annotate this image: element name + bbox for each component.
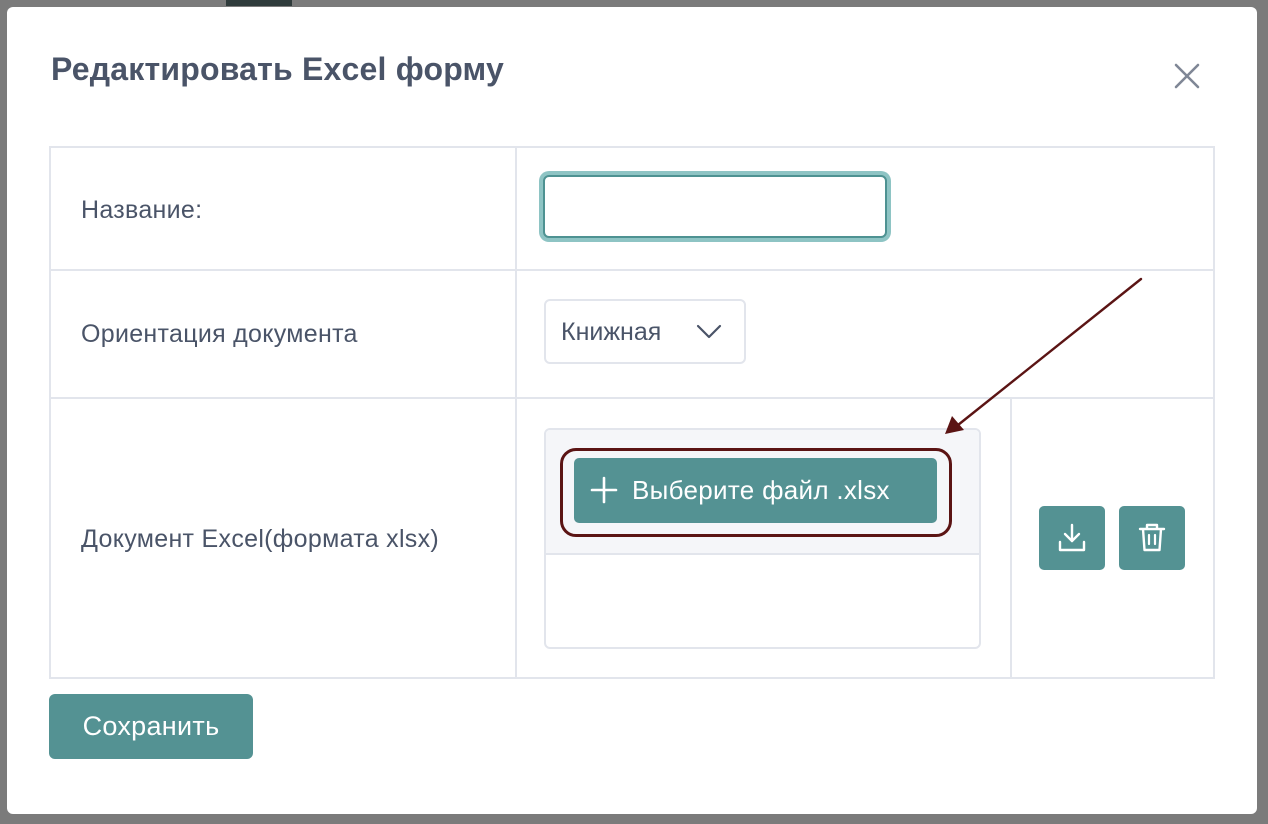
row-divider bbox=[51, 269, 1213, 271]
download-button[interactable] bbox=[1039, 506, 1105, 570]
trash-icon bbox=[1138, 523, 1166, 552]
save-button[interactable]: Сохранить bbox=[49, 694, 253, 759]
name-input[interactable] bbox=[543, 175, 887, 238]
delete-button[interactable] bbox=[1119, 506, 1185, 570]
choose-file-label: Выберите файл .xlsx bbox=[632, 475, 890, 505]
row-divider bbox=[51, 397, 1213, 399]
orientation-label: Ориентация документа bbox=[81, 320, 358, 348]
modal-title: Редактировать Excel форму bbox=[51, 51, 504, 87]
chevron-down-icon bbox=[696, 324, 722, 339]
background-tab bbox=[226, 0, 292, 6]
orientation-select[interactable]: Книжная bbox=[544, 299, 746, 364]
plus-icon bbox=[590, 476, 618, 504]
column-divider bbox=[1010, 397, 1012, 677]
name-label: Название: bbox=[81, 196, 203, 224]
choose-file-button[interactable]: Выберите файл .xlsx bbox=[574, 458, 937, 523]
file-upload-area: Выберите файл .xlsx bbox=[544, 428, 981, 649]
form-table: Название: Ориентация документа Документ … bbox=[49, 146, 1215, 679]
column-divider bbox=[515, 148, 517, 677]
close-icon bbox=[1174, 63, 1200, 89]
close-button[interactable] bbox=[1170, 59, 1204, 93]
orientation-selected-value: Книжная bbox=[561, 318, 662, 346]
edit-excel-form-modal: Редактировать Excel форму Название: Орие… bbox=[7, 7, 1257, 814]
excel-document-label: Документ Excel(формата xlsx) bbox=[81, 525, 440, 553]
download-icon bbox=[1058, 523, 1086, 552]
